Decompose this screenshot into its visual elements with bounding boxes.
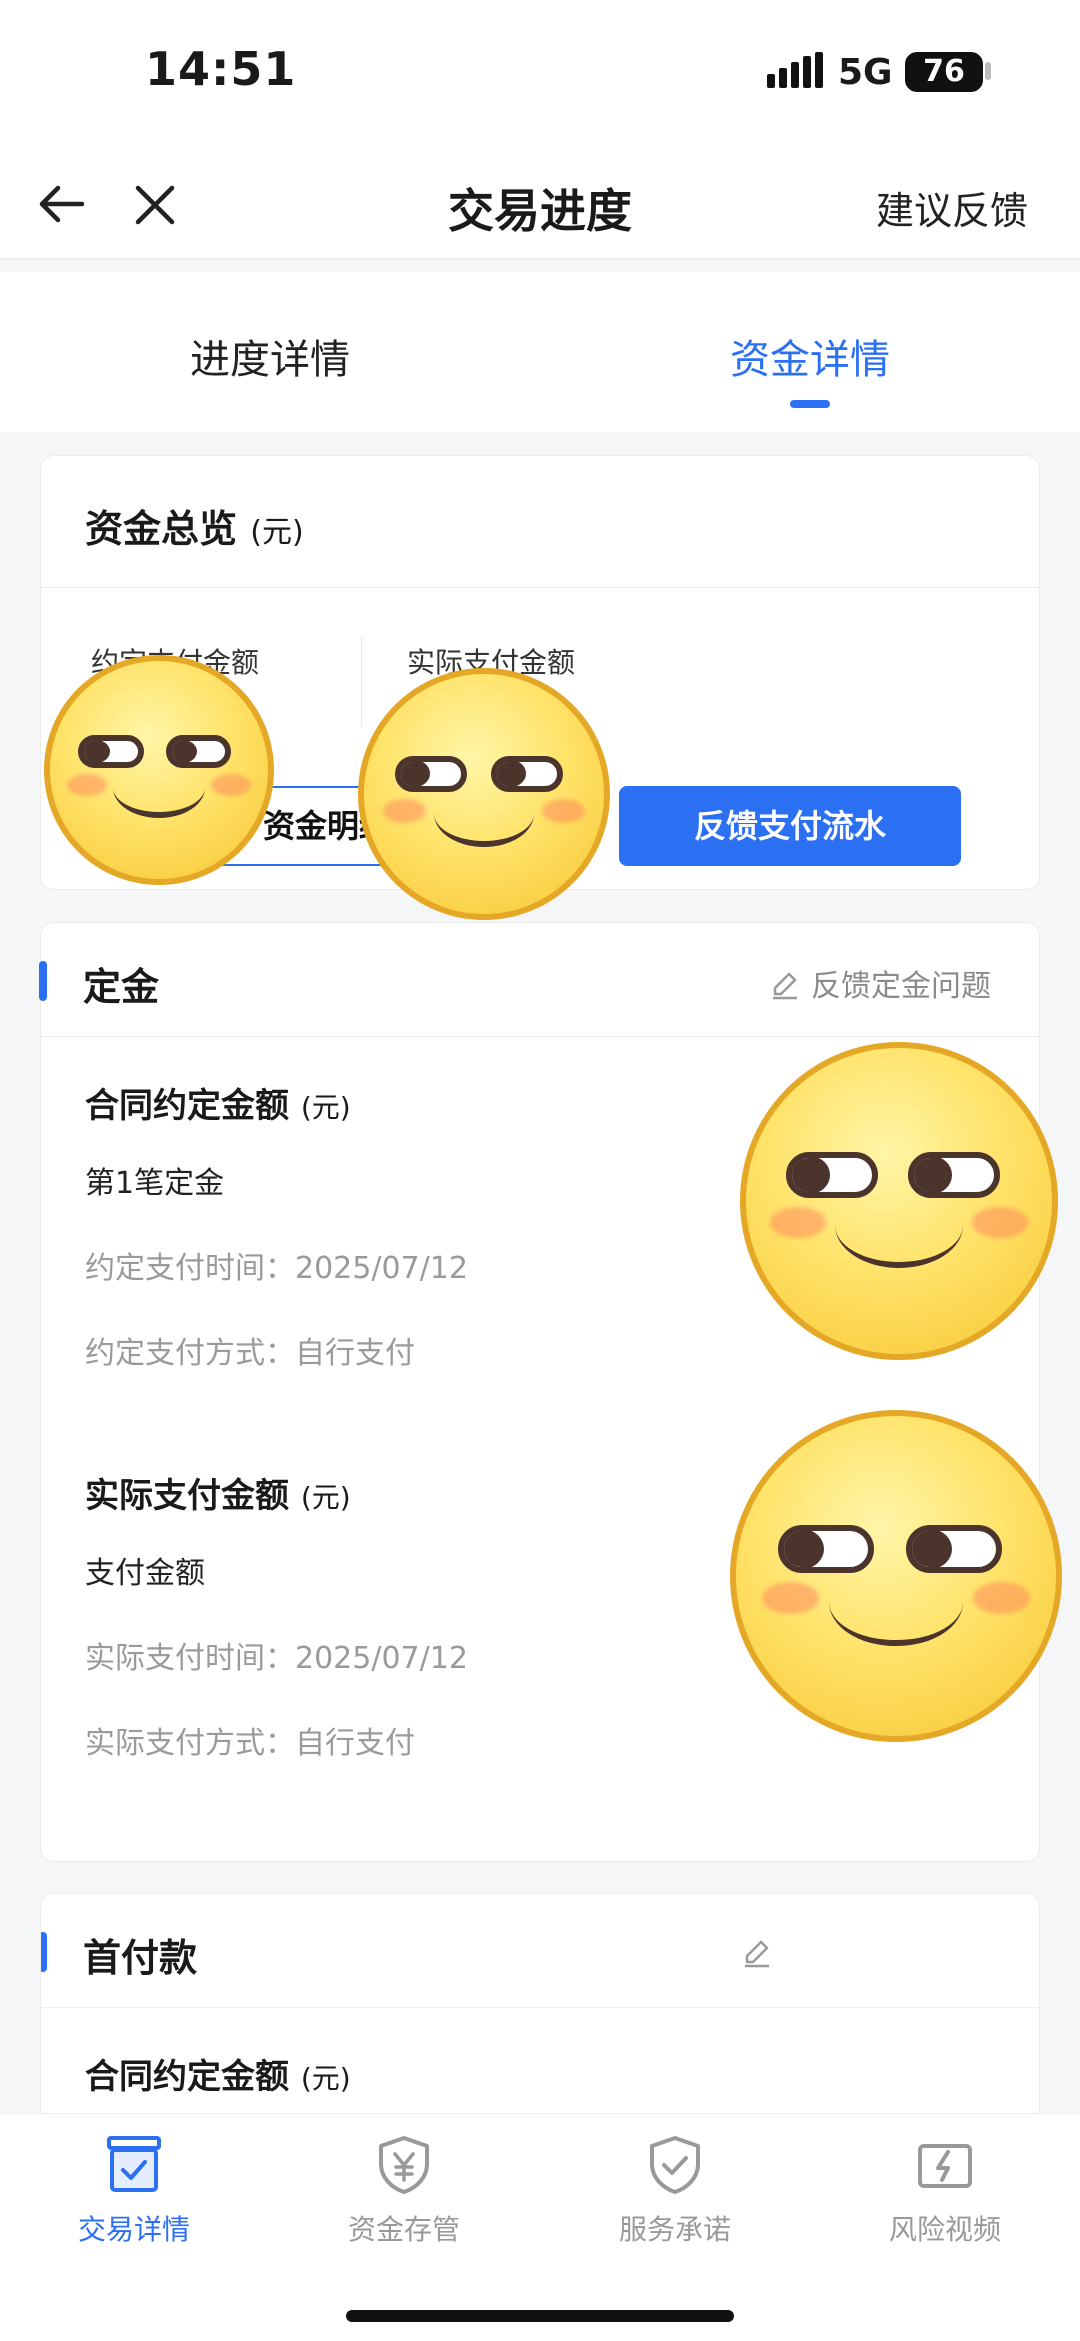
feedback-payment-flow-button[interactable]: 反馈支付流水 bbox=[619, 786, 961, 866]
divider bbox=[41, 587, 1041, 588]
bottom-tab-label: 交易详情 bbox=[77, 2213, 190, 2246]
bottom-tab-trade-detail[interactable]: 交易详情 bbox=[34, 2134, 234, 2248]
contract-amount-title: 合同约定金额 (元) bbox=[85, 1078, 351, 1127]
home-indicator[interactable] bbox=[346, 2310, 734, 2322]
actual-pay-item: 支付金额 bbox=[85, 1556, 205, 1591]
tab-fund-detail[interactable]: 资金详情 bbox=[730, 327, 890, 385]
bottom-tab-service-promise[interactable]: 服务承诺 bbox=[575, 2134, 775, 2248]
bottom-tab-label: 风险视频 bbox=[888, 2213, 1001, 2246]
deposit-item: 第1笔定金 bbox=[85, 1166, 225, 1201]
status-bar: 14:51 5G 76 bbox=[0, 0, 1080, 150]
battery-icon: 76 bbox=[905, 52, 983, 92]
pencil-icon bbox=[773, 972, 797, 1000]
deposit-header: 定金 反馈定金问题 bbox=[39, 923, 1041, 1037]
actual-amount-title: 实际支付金额 (元) bbox=[85, 1468, 351, 1517]
downpay-contract-unit: (元) bbox=[300, 2062, 351, 2095]
suggestion-feedback-link[interactable]: 建议反馈 bbox=[876, 180, 1028, 235]
box-check-icon bbox=[107, 2136, 161, 2192]
deposit-label: 定金 bbox=[83, 965, 160, 1009]
tab-progress-detail[interactable]: 进度详情 bbox=[190, 327, 350, 385]
actual-pay-time: 实际支付时间：2025/07/12 bbox=[85, 1641, 468, 1676]
smiley-emoji-icon bbox=[44, 655, 274, 885]
actual-amount-unit: (元) bbox=[300, 1481, 351, 1514]
section-accent-bar bbox=[39, 961, 47, 1001]
bottom-tab-label: 资金存管 bbox=[347, 2213, 460, 2246]
section-accent-bar bbox=[41, 1932, 47, 1972]
contract-amount-unit: (元) bbox=[300, 1091, 351, 1124]
column-divider bbox=[361, 636, 362, 726]
smiley-emoji-icon bbox=[358, 668, 610, 920]
pencil-icon[interactable] bbox=[741, 1936, 773, 1968]
overview-unit: (元) bbox=[250, 515, 304, 550]
downpay-contract-title-text: 合同约定金额 bbox=[85, 2057, 289, 2097]
video-icon bbox=[918, 2144, 972, 2188]
bottom-tab-label: 服务承诺 bbox=[618, 2213, 731, 2246]
network-type: 5G bbox=[838, 52, 893, 93]
actual-pay-method: 实际支付方式：自行支付 bbox=[85, 1726, 415, 1761]
active-tab-indicator bbox=[790, 400, 830, 408]
actual-amount-title-text: 实际支付金额 bbox=[85, 1476, 289, 1516]
overview-title-text: 资金总览 bbox=[85, 507, 238, 551]
overview-title: 资金总览 (元) bbox=[85, 498, 304, 553]
shield-check-icon bbox=[650, 2136, 700, 2194]
signal-icon bbox=[767, 52, 823, 88]
bottom-tab-fund-custody[interactable]: 资金存管 bbox=[304, 2134, 504, 2248]
smiley-emoji-icon bbox=[730, 1410, 1062, 1742]
feedback-deposit-issue-link[interactable]: 反馈定金问题 bbox=[769, 961, 991, 1005]
detail-tabs: 进度详情 资金详情 bbox=[0, 272, 1080, 432]
bottom-tab-bar: 交易详情 资金存管 服务承诺 风险视频 bbox=[0, 2113, 1080, 2341]
agreed-pay-method: 约定支付方式：自行支付 bbox=[85, 1336, 415, 1371]
nav-bar: 交易进度 建议反馈 bbox=[0, 150, 1080, 260]
battery-tip bbox=[985, 62, 991, 80]
feedback-deposit-issue-text: 反馈定金问题 bbox=[811, 969, 991, 1004]
bottom-tab-risk-video[interactable]: 风险视频 bbox=[845, 2134, 1045, 2248]
contract-amount-title-text: 合同约定金额 bbox=[85, 1086, 289, 1126]
status-time: 14:51 bbox=[145, 42, 297, 96]
down-payment-header: 首付款 bbox=[41, 1894, 1039, 2008]
agreed-pay-time: 约定支付时间：2025/07/12 bbox=[85, 1251, 468, 1286]
contract-amount-title: 合同约定金额 (元) bbox=[85, 2049, 351, 2098]
smiley-emoji-icon bbox=[740, 1042, 1058, 1360]
shield-yen-icon bbox=[379, 2136, 429, 2194]
down-payment-label: 首付款 bbox=[83, 1936, 198, 1980]
